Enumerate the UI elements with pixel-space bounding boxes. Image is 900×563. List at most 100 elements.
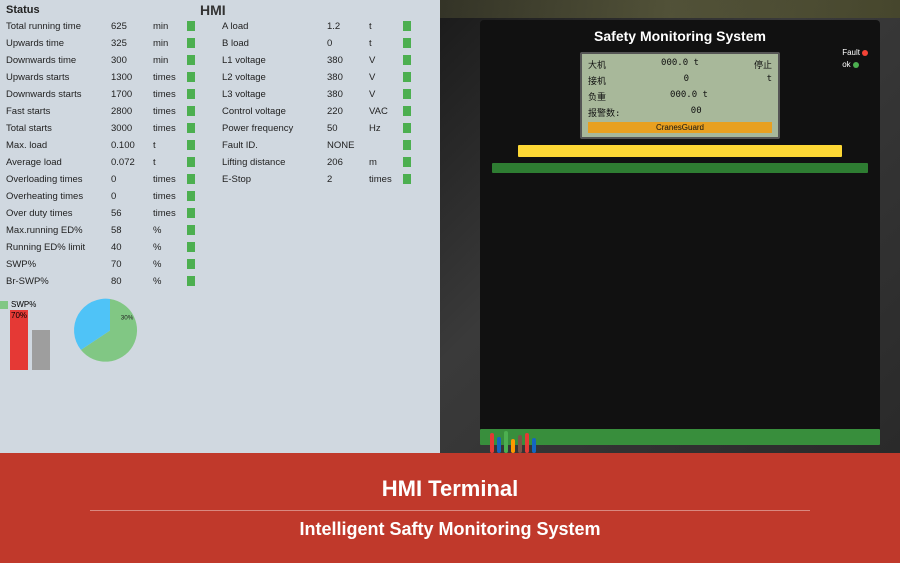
photo-panel: Safety Monitoring System Fault ok — [440, 0, 900, 453]
row-label: Downwards time — [6, 55, 111, 66]
row-value: 80 — [111, 276, 153, 287]
row-label: Upwards time — [6, 38, 111, 49]
row-unit: V — [369, 55, 401, 66]
row-unit: t — [369, 21, 401, 32]
right-data-row: B load 0 t — [222, 35, 434, 51]
row-label: Br-SWP% — [6, 276, 111, 287]
row-indicator — [187, 174, 195, 184]
row-label: Overheating times — [6, 191, 111, 202]
row-label: Fast starts — [6, 106, 111, 117]
row-value: 380 — [327, 55, 369, 66]
left-data-row: Upwards starts 1300 times — [6, 69, 218, 85]
pie-legend: SWP% 70% — [0, 300, 36, 322]
left-data-row: Max. load 0.100 t — [6, 137, 218, 153]
wire-blue2 — [532, 438, 536, 453]
row-value: 380 — [327, 72, 369, 83]
row-unit: VAC — [369, 106, 401, 117]
row-indicator — [187, 38, 195, 48]
right-data-row: L3 voltage 380 V — [222, 86, 434, 102]
row-indicator — [187, 140, 195, 150]
row-label: L2 voltage — [222, 72, 327, 83]
row-value: 220 — [327, 106, 369, 117]
lcd-r1-mid: 000.0 t — [661, 58, 699, 71]
lcd-r3-left: 负重 — [588, 90, 606, 103]
row-unit: % — [153, 225, 185, 236]
left-data-row: Max.running ED% 58 % — [6, 222, 218, 238]
row-value: 0.100 — [111, 140, 153, 151]
row-value: 300 — [111, 55, 153, 66]
legend-swp: SWP% — [0, 300, 36, 309]
wire-red2 — [525, 433, 529, 453]
pie-svg: 30% — [65, 293, 155, 368]
row-unit: min — [153, 38, 185, 49]
wires-area — [490, 423, 870, 453]
lcd-screen: 大机 000.0 t 停止 接机 0 t 负重 000.0 t — [580, 52, 780, 139]
lcd-r4-left: 报警数: — [588, 106, 620, 119]
wire-blue — [497, 437, 501, 453]
left-data-row: Fast starts 2800 times — [6, 103, 218, 119]
lcd-r4-mid: 00 — [691, 106, 702, 119]
ok-dot — [853, 62, 859, 68]
left-data-row: Total starts 3000 times — [6, 120, 218, 136]
right-data-row: Control voltage 220 VAC — [222, 103, 434, 119]
lcd-row-4: 报警数: 00 — [588, 106, 772, 119]
right-data-row: A load 1.2 t — [222, 18, 434, 34]
main-container: Status Total running time 625 min Upward… — [0, 0, 900, 563]
row-unit: min — [153, 55, 185, 66]
row-indicator — [403, 89, 411, 99]
row-indicator — [187, 225, 195, 235]
row-value: 2800 — [111, 106, 153, 117]
row-unit: times — [153, 174, 185, 185]
row-indicator — [403, 21, 411, 31]
row-value: 380 — [327, 89, 369, 100]
row-unit: % — [153, 259, 185, 270]
row-value: 1300 — [111, 72, 153, 83]
top-connectors — [492, 163, 868, 173]
row-unit: times — [153, 191, 185, 202]
row-indicator — [187, 21, 195, 31]
wire-orange — [511, 439, 515, 453]
row-value: 0 — [111, 191, 153, 202]
row-unit: % — [153, 242, 185, 253]
row-indicator — [403, 140, 411, 150]
row-unit: times — [153, 208, 185, 219]
lcd-row-3: 负重 000.0 t — [588, 90, 772, 103]
row-indicator — [403, 123, 411, 133]
legend-swp-label: SWP% — [11, 300, 36, 309]
bottom-banner: HMI Terminal Intelligent Safty Monitorin… — [0, 453, 900, 563]
row-indicator — [187, 89, 195, 99]
row-indicator — [187, 276, 195, 286]
svg-text:30%: 30% — [121, 314, 134, 321]
right-data-row: L1 voltage 380 V — [222, 52, 434, 68]
chart-area: SWP% 70% 30% — [6, 294, 434, 374]
ok-label: ok — [842, 60, 850, 69]
row-indicator — [187, 242, 195, 252]
row-value: 2 — [327, 174, 369, 185]
row-value: 70 — [111, 259, 153, 270]
row-value: NONE — [327, 140, 369, 151]
banner-subtitle: Intelligent Safty Monitoring System — [299, 519, 600, 540]
row-indicator — [187, 208, 195, 218]
left-data-column: Total running time 625 min Upwards time … — [6, 18, 218, 290]
row-unit: t — [369, 38, 401, 49]
lcd-row-2: 接机 0 t — [588, 74, 772, 87]
row-label: Over duty times — [6, 208, 111, 219]
legend-dot-green — [0, 301, 8, 309]
lcd-r2-mid: 0 — [684, 74, 689, 87]
row-label: L1 voltage — [222, 55, 327, 66]
right-data-row: Power frequency 50 Hz — [222, 120, 434, 136]
row-value: 0.072 — [111, 157, 153, 168]
right-data-row: E-Stop 2 times — [222, 171, 434, 187]
left-data-row: SWP% 70 % — [6, 256, 218, 272]
left-data-row: Downwards starts 1700 times — [6, 86, 218, 102]
banner-title: HMI Terminal — [382, 476, 519, 502]
legend-swp-value: 70% — [11, 311, 27, 320]
lcd-r2-left: 接机 — [588, 74, 606, 87]
connector-row-top — [492, 163, 868, 173]
lcd-r3-mid: 000.0 t — [670, 90, 708, 103]
row-indicator — [403, 72, 411, 82]
pie-container: SWP% 70% 30% — [60, 290, 160, 370]
row-value: 625 — [111, 21, 153, 32]
legend-swp-val: 70% — [0, 311, 36, 320]
row-value: 0 — [111, 174, 153, 185]
